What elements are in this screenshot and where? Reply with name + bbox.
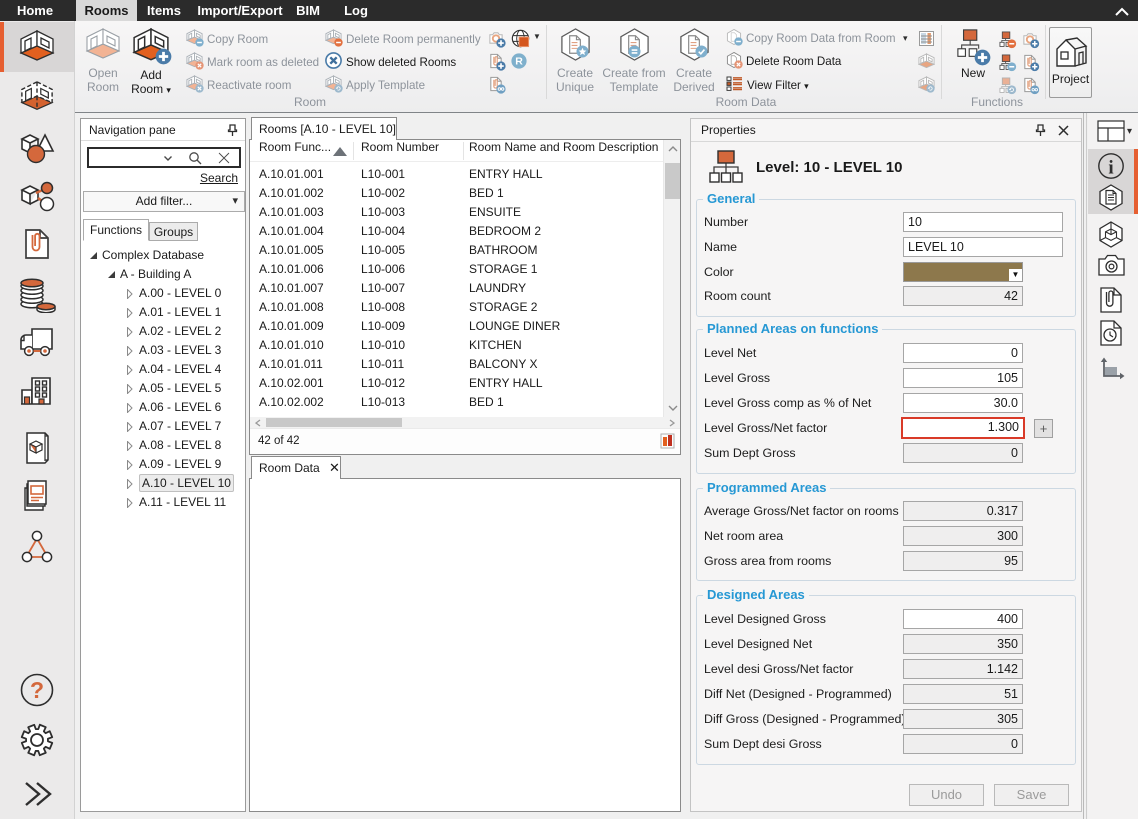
svg-text:i: i bbox=[1108, 158, 1113, 179]
svg-text:R: R bbox=[515, 56, 523, 68]
svg-text:?: ? bbox=[30, 677, 44, 703]
